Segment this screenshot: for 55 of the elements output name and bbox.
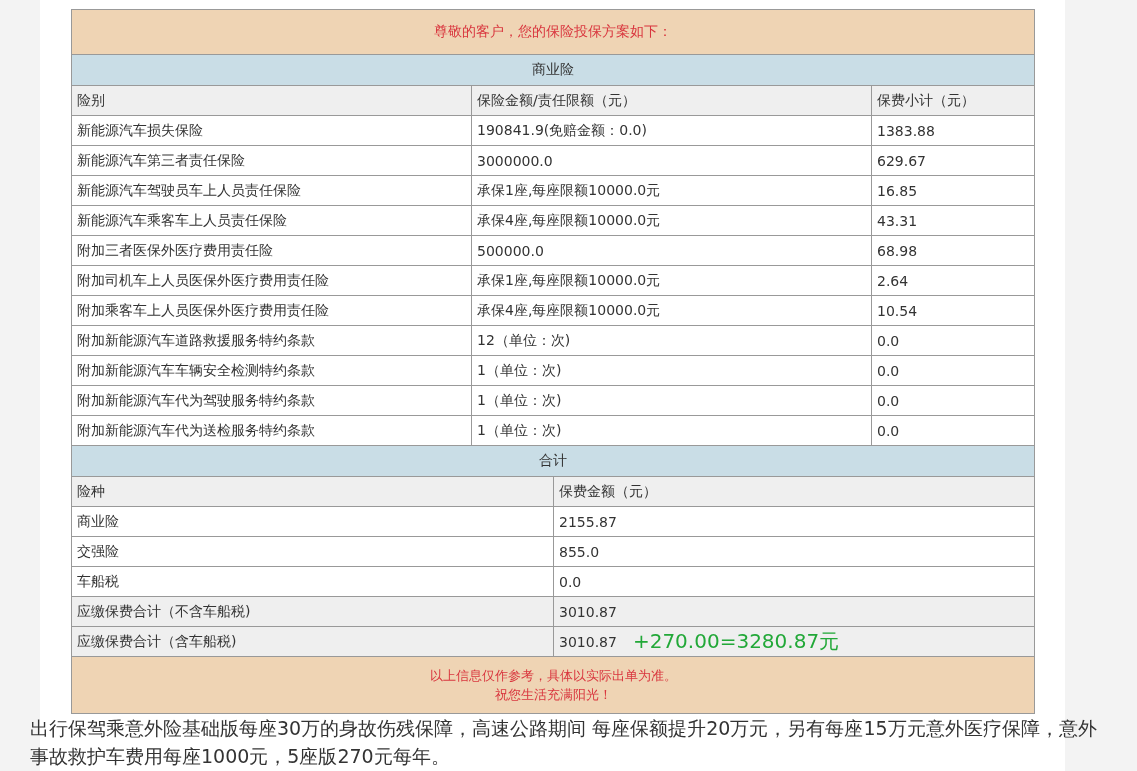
- table-cell-text: 16.85: [876, 181, 919, 201]
- table-cell: 新能源汽车损失保险: [72, 116, 472, 145]
- caption-text: 出行保驾乘意外险基础版每座30万的身故伤残保障，高速公路期间 每座保额提升20万元，另有每座15万元意外医疗保障，意外事故救护车费用每座1000元，5座版270元每年。: [30, 716, 1098, 769]
- table-cell: 500000.0: [472, 236, 872, 265]
- table-cell: 新能源汽车驾驶员车上人员责任保险: [72, 176, 472, 205]
- table-cell: 承保1座,每座限额10000.0元: [472, 266, 872, 295]
- table-cell-text: 43.31: [876, 211, 919, 231]
- column-header: 保险金额/责任限额（元）: [472, 86, 872, 115]
- table-cell-text: 0.0: [876, 391, 901, 411]
- footer-note: 以上信息仅作参考，具体以实际出单为准。: [429, 667, 677, 685]
- table-cell: 1（单位：次): [472, 416, 872, 445]
- sum-note: +270.00=3280.87元: [632, 628, 840, 655]
- table-cell: 承保4座,每座限额10000.0元: [472, 206, 872, 235]
- table-cell: 应缴保费合计（含车船税): [77, 632, 237, 651]
- table-cell: 商业险: [77, 512, 119, 531]
- table-cell: 190841.9(免赔金额：0.0): [472, 116, 872, 145]
- column-header: 险种: [72, 477, 554, 506]
- table-cell-text: 1383.88: [876, 121, 936, 141]
- table-cell: 3000000.0: [472, 146, 872, 175]
- table-cell: 3010.87: [559, 603, 617, 620]
- table-cell: 附加乘客车上人员医保外医疗费用责任险: [72, 296, 472, 325]
- column-header: 险别: [72, 86, 472, 115]
- table-cell: 2155.87: [559, 513, 617, 530]
- table-cell: 承保1座,每座限额10000.0元: [472, 176, 872, 205]
- table-cell: 应缴保费合计（不含车船税): [77, 602, 251, 621]
- table-cell-text: 0.0: [876, 361, 901, 381]
- table-cell: 附加三者医保外医疗费用责任险: [72, 236, 472, 265]
- plan-heading: 尊敬的客户，您的保险投保方案如下：: [434, 23, 672, 41]
- table-cell: 附加新能源汽车道路救援服务特约条款: [72, 326, 472, 355]
- table-cell: 附加新能源汽车代为送检服务特约条款: [72, 416, 472, 445]
- section-title: 商业险: [532, 61, 574, 79]
- table-cell: 附加新能源汽车代为驾驶服务特约条款: [72, 386, 472, 415]
- table-cell-text: 10.54: [876, 301, 919, 321]
- table-cell: 附加司机车上人员医保外医疗费用责任险: [72, 266, 472, 295]
- table-cell: 0.0: [559, 573, 582, 590]
- table-cell-text: 0.0: [876, 331, 901, 351]
- table-cell: 附加新能源汽车车辆安全检测特约条款: [72, 356, 472, 385]
- table-cell: 车船税: [77, 572, 119, 591]
- table-cell-text: 2.64: [876, 271, 910, 291]
- table-cell: 承保4座,每座限额10000.0元: [472, 296, 872, 325]
- table-cell: 新能源汽车乘客车上人员责任保险: [72, 206, 472, 235]
- table-cell: 1（单位：次): [472, 386, 872, 415]
- table-cell: 3010.87: [559, 633, 617, 650]
- column-header: 保费金额（元）: [558, 481, 658, 501]
- table-cell: 1（单位：次): [472, 356, 872, 385]
- table-cell-text: 0.0: [876, 421, 901, 441]
- table-cell-text: 629.67: [876, 151, 927, 171]
- table-cell: 新能源汽车第三者责任保险: [72, 146, 472, 175]
- footer-note: 祝您生活充满阳光！: [494, 686, 612, 704]
- column-header: 保费小计（元）: [876, 90, 976, 110]
- table-cell: 855.0: [559, 543, 600, 560]
- table-cell: 12（单位：次): [472, 326, 872, 355]
- table-cell-text: 68.98: [876, 241, 919, 261]
- table-cell: 交强险: [77, 542, 119, 561]
- section-title: 合计: [539, 452, 567, 470]
